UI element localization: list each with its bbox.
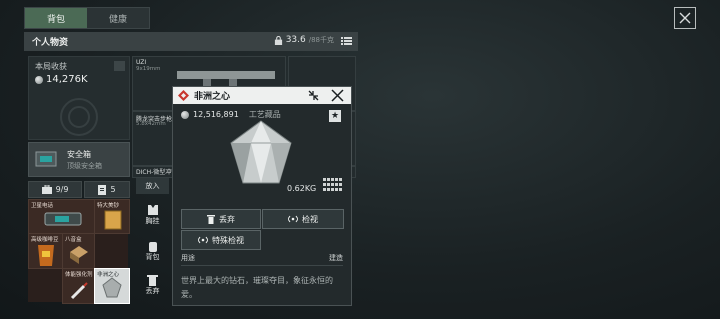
- detail-header: 非洲之心: [173, 87, 351, 104]
- slot-capacity: 9/9: [28, 181, 82, 198]
- grid-item-coffee-beans[interactable]: 高级咖啡豆: [28, 233, 63, 269]
- backpack-label: 背包: [145, 253, 160, 261]
- item-description: 世界上最大的钻石，璀璨夺目，象征永恒的爱。: [181, 276, 333, 299]
- earnings-menu-button[interactable]: [114, 61, 125, 71]
- item-label: 体能强化剂: [65, 272, 93, 278]
- emblem-icon: [60, 98, 98, 136]
- secure-case-icon: [35, 151, 57, 167]
- item-detail-popup: 非洲之心 12,516,891 工艺藏品 ★ 0.62KG 丢弃 检视 特殊检视…: [172, 86, 352, 306]
- special-inspect-button[interactable]: 特殊检视: [181, 230, 261, 250]
- secure-case-sub: 顶级安全箱: [67, 162, 102, 170]
- item-weight: 0.62KG: [287, 184, 317, 193]
- section-title: 个人物资: [32, 38, 69, 48]
- music-box-icon: [70, 246, 88, 264]
- discard-side-label: 丢弃: [145, 287, 160, 295]
- item-label: 高级咖啡豆: [31, 237, 59, 243]
- secure-case-name: 安全箱: [67, 150, 91, 159]
- earnings-value: 14,276K: [35, 74, 88, 85]
- earnings-amount: 14,276K: [46, 74, 88, 85]
- item-count-value: 5: [110, 185, 116, 194]
- grid-item-music-box[interactable]: 八音盒: [62, 233, 95, 269]
- heart-of-africa-diamond-icon: [230, 120, 292, 184]
- tab-backpack[interactable]: 背包: [25, 8, 87, 28]
- backpack-grid: 卫星电话 特大美钞 高级咖啡豆 八音盒 体能强化剂 非洲之心: [28, 199, 130, 304]
- inspect-icon: [288, 215, 298, 223]
- item-label: 卫星电话: [31, 203, 54, 209]
- weight-readout: 33.6/88千克: [274, 35, 334, 45]
- special-inspect-label: 特殊检视: [212, 235, 244, 245]
- discard-label: 丢弃: [219, 214, 235, 224]
- trash-icon: [147, 275, 158, 286]
- item-label: 特大美钞: [97, 203, 120, 209]
- close-icon[interactable]: [331, 89, 344, 102]
- weapon-caliber: 5.8x42mm: [136, 121, 166, 127]
- diamond-icon: [102, 277, 122, 298]
- weapon-name: UZI: [136, 59, 147, 66]
- chest-rig-button[interactable]: 胸挂: [136, 200, 169, 230]
- item-count: 5: [84, 181, 130, 198]
- usage-value: 建造: [329, 254, 343, 262]
- earnings-label: 本局收获: [35, 62, 67, 71]
- close-button[interactable]: [674, 7, 696, 29]
- document-icon: [98, 184, 107, 195]
- coin-icon: [35, 75, 43, 84]
- briefcase-icon: [41, 185, 52, 194]
- list-menu-icon[interactable]: [341, 36, 352, 46]
- discard-button[interactable]: 丢弃: [181, 209, 261, 229]
- put-in-button[interactable]: 放入: [136, 178, 169, 194]
- favorite-star-icon[interactable]: ★: [329, 110, 341, 122]
- backpack-button[interactable]: 背包: [136, 236, 169, 266]
- divider: [181, 265, 343, 266]
- chest-rig-icon: [147, 205, 158, 215]
- detail-item-name: 非洲之心: [194, 92, 231, 102]
- chest-rig-label: 胸挂: [145, 217, 160, 225]
- close-icon: [679, 12, 691, 24]
- put-in-label: 放入: [145, 182, 160, 190]
- grid-size-icon: [323, 178, 342, 191]
- side-actions: 放入 胸挂 背包 丢弃: [136, 176, 169, 304]
- weapon-caliber: 9x19mm: [136, 66, 161, 72]
- grid-item-large-banknotes[interactable]: 特大美钞: [94, 199, 130, 234]
- inspect-label: 检视: [302, 214, 318, 224]
- banknote-icon: [104, 210, 122, 230]
- trash-icon: [207, 214, 215, 224]
- discard-side-button[interactable]: 丢弃: [136, 270, 169, 300]
- round-earnings-panel: 本局收获 14,276K: [28, 56, 130, 140]
- slot-capacity-value: 9/9: [55, 185, 69, 194]
- rarity-diamond-icon: [178, 90, 189, 101]
- collapse-icon[interactable]: [307, 89, 320, 102]
- coffee-bag-icon: [38, 245, 54, 266]
- weight-icon: [274, 35, 282, 45]
- tab-health[interactable]: 健康: [87, 8, 149, 28]
- coin-icon: [181, 110, 189, 119]
- personal-supplies-header: 个人物资 33.6/88千克: [24, 32, 358, 51]
- usage-label: 用途: [181, 254, 195, 262]
- weight-value: 33.6: [285, 35, 306, 45]
- grid-item-satellite-phone[interactable]: 卫星电话: [28, 199, 95, 234]
- tab-bar: 背包 健康: [24, 7, 150, 29]
- grid-item-heart-of-africa[interactable]: 非洲之心: [94, 268, 130, 304]
- satellite-phone-icon: [44, 212, 82, 226]
- grid-item-stamina-booster[interactable]: 体能强化剂: [62, 268, 95, 304]
- inspect-icon: [198, 236, 208, 244]
- item-label: 八音盒: [65, 237, 82, 243]
- secure-case-slot[interactable]: 安全箱 顶级安全箱: [28, 142, 130, 177]
- syringe-icon: [70, 282, 88, 300]
- inspect-button[interactable]: 检视: [262, 209, 344, 229]
- weight-max: /88千克: [308, 36, 334, 44]
- backpack-icon: [148, 242, 157, 252]
